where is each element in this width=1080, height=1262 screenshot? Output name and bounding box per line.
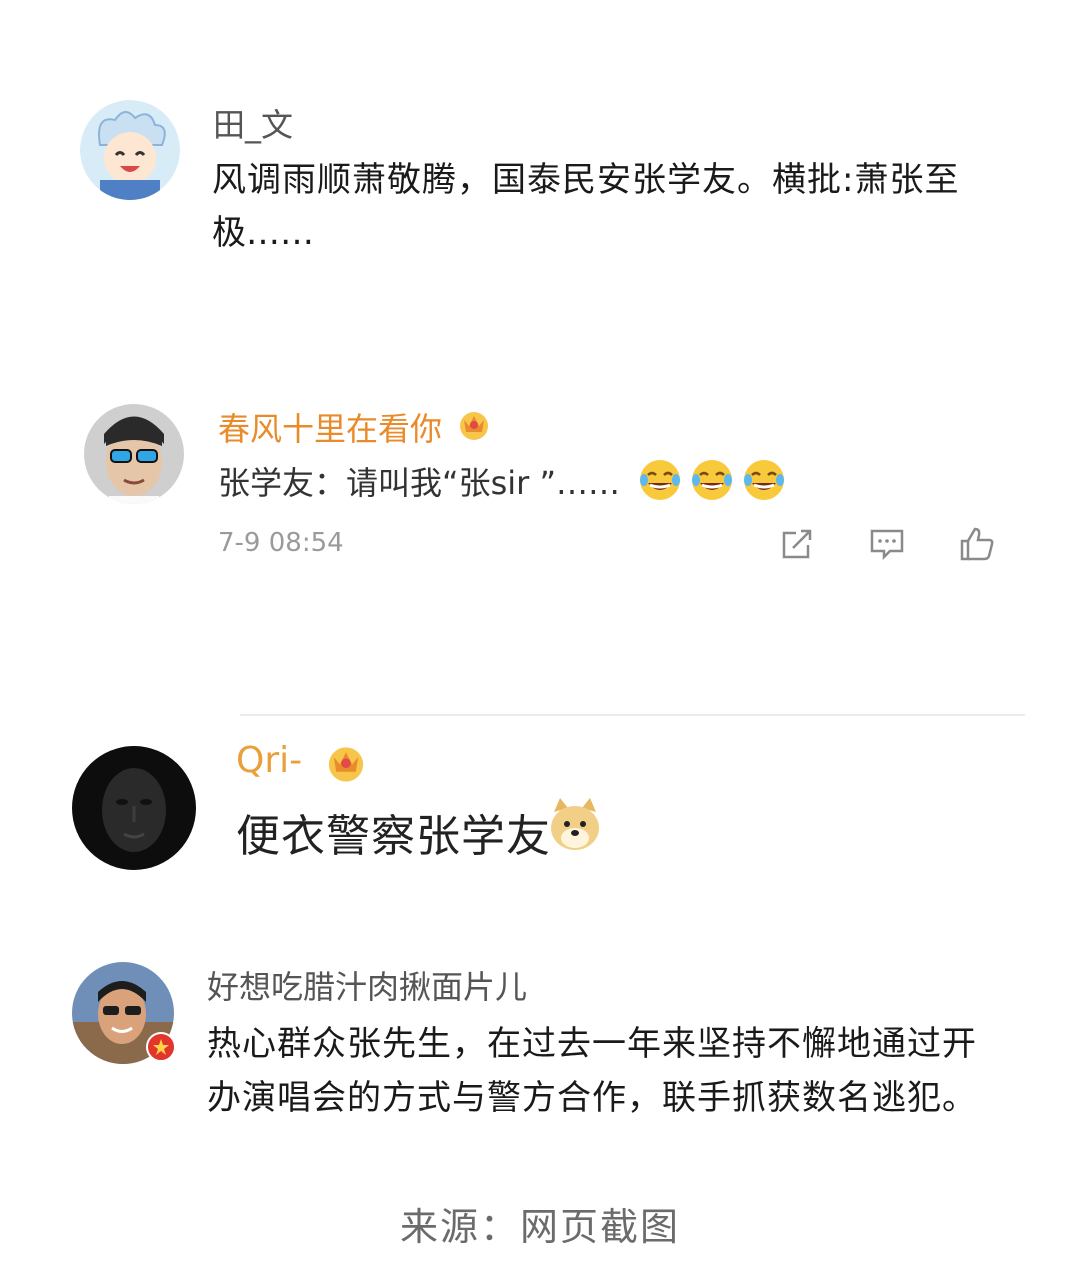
avatar[interactable] (80, 100, 180, 200)
comment-text-line: 风调雨顺萧敬腾，国泰民安张学友。横批:萧张至 (212, 160, 960, 200)
thumbs-up-icon[interactable] (958, 525, 996, 563)
verified-badge-icon (146, 1032, 176, 1062)
comment-text-line: 热心群众张先生，在过去一年来坚持不懈地通过开 (207, 1024, 977, 1064)
laugh-cry-emoji (692, 460, 732, 500)
divider (240, 714, 1025, 716)
comment-text: 便衣警察张学友 (236, 811, 551, 862)
username[interactable]: 好想吃腊汁肉揪面片儿 (207, 962, 527, 1008)
comment-item: 好想吃腊汁肉揪面片儿 热心群众张先生，在过去一年来坚持不懈地通过开 办演唱会的方… (0, 950, 1080, 1130)
comment-text: 张学友：请叫我“张sir ”…… (218, 464, 621, 502)
comment-item: Qri- 便衣警察张学友 (0, 730, 1080, 890)
comment-text-line: 办演唱会的方式与警方合作，联手抓获数名逃犯。 (207, 1078, 977, 1118)
timestamp: 7-9 08:54 (218, 528, 344, 558)
avatar[interactable] (72, 746, 196, 870)
username[interactable]: 田_文 (213, 100, 293, 146)
crown-badge-icon (328, 747, 364, 782)
comment-item: 春风十里在看你 张学友：请叫我“张sir ”…… 7-9 08:54 (0, 380, 1080, 600)
crown-badge-icon (460, 412, 488, 440)
doge-emoji (551, 798, 599, 850)
comment-icon[interactable] (868, 525, 906, 563)
avatar[interactable] (84, 404, 184, 504)
comment-item: 田_文 风调雨顺萧敬腾，国泰民安张学友。横批:萧张至 极…… (0, 0, 1080, 300)
username[interactable]: 春风十里在看你 (218, 404, 442, 450)
source-caption: 来源：网页截图 (399, 1205, 680, 1249)
laugh-cry-emoji (744, 460, 784, 500)
share-icon[interactable] (778, 525, 816, 563)
comment-text-line: 极…… (212, 213, 314, 253)
laugh-cry-emoji (640, 460, 680, 500)
username[interactable]: Qri- (236, 740, 302, 781)
